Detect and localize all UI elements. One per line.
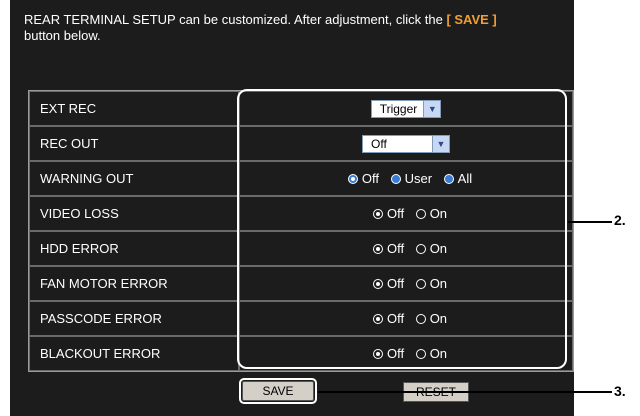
rec-out-value: Off (371, 136, 387, 151)
row-label: WARNING OUT (29, 161, 239, 196)
radio-label: Off (386, 311, 405, 327)
radio-label: Off (386, 346, 405, 362)
row-hdd-error: HDD ERROR Off On (29, 231, 573, 266)
row-label: FAN MOTOR ERROR (29, 266, 239, 301)
radio-label: On (429, 311, 448, 327)
chevron-down-icon: ▼ (423, 100, 441, 117)
row-label: BLACKOUT ERROR (29, 336, 239, 371)
rec-out-select[interactable]: Off ▼ (362, 134, 450, 153)
fan-motor-error-on-radio[interactable] (415, 279, 426, 290)
row-warning-out: WARNING OUT Off User All (29, 161, 573, 196)
chevron-down-icon: ▼ (432, 135, 449, 152)
radio-label: On (429, 346, 448, 362)
row-label: PASSCODE ERROR (29, 301, 239, 336)
radio-label: Off (386, 276, 405, 292)
callout-leader-line (568, 221, 612, 223)
blackout-error-on-radio[interactable] (415, 349, 426, 360)
radio-label: Off (386, 206, 405, 222)
settings-table: EXT REC Trigger ▼ REC OUT Off ▼ WARNING … (28, 90, 574, 372)
row-label: HDD ERROR (29, 231, 239, 266)
warning-out-user-radio[interactable] (390, 174, 401, 185)
row-label: VIDEO LOSS (29, 196, 239, 231)
video-loss-off-radio[interactable] (372, 209, 383, 220)
passcode-error-off-radio[interactable] (372, 314, 383, 325)
row-video-loss: VIDEO LOSS Off On (29, 196, 573, 231)
warning-out-off-radio[interactable] (347, 174, 358, 185)
radio-label: On (429, 276, 448, 292)
intro-text: REAR TERMINAL SETUP can be customized. A… (24, 12, 564, 44)
callout-number-3: 3. (614, 383, 626, 399)
intro-text-before: REAR TERMINAL SETUP can be customized. A… (24, 12, 443, 27)
intro-save-highlight: [ SAVE ] (446, 12, 497, 27)
callout-number-2: 2. (614, 212, 626, 228)
ext-rec-value: Trigger (379, 101, 418, 116)
row-passcode-error: PASSCODE ERROR Off On (29, 301, 573, 336)
radio-label: All (457, 171, 473, 187)
radio-label: Off (386, 241, 405, 257)
passcode-error-on-radio[interactable] (415, 314, 426, 325)
row-rec-out: REC OUT Off ▼ (29, 126, 573, 161)
radio-label: On (429, 241, 448, 257)
row-fan-motor-error: FAN MOTOR ERROR Off On (29, 266, 573, 301)
radio-label: User (404, 171, 433, 187)
hdd-error-off-radio[interactable] (372, 244, 383, 255)
callout-leader-line (318, 391, 612, 393)
fan-motor-error-off-radio[interactable] (372, 279, 383, 290)
radio-label: Off (361, 171, 379, 187)
save-button[interactable]: SAVE (239, 378, 317, 404)
row-ext-rec: EXT REC Trigger ▼ (29, 91, 573, 126)
row-blackout-error: BLACKOUT ERROR Off On (29, 336, 573, 371)
row-label: REC OUT (29, 126, 239, 161)
rear-terminal-setup-panel: REAR TERMINAL SETUP can be customized. A… (10, 0, 574, 416)
row-label: EXT REC (29, 91, 239, 126)
ext-rec-select[interactable]: Trigger ▼ (370, 99, 442, 118)
warning-out-all-radio[interactable] (443, 174, 454, 185)
video-loss-on-radio[interactable] (415, 209, 426, 220)
intro-text-after: button below. (24, 28, 101, 43)
radio-label: On (429, 206, 448, 222)
hdd-error-on-radio[interactable] (415, 244, 426, 255)
blackout-error-off-radio[interactable] (372, 349, 383, 360)
